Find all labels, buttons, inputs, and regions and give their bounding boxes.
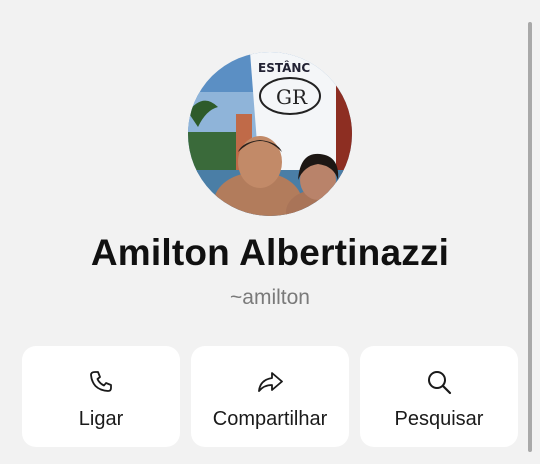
search-icon bbox=[428, 371, 452, 395]
phone-icon bbox=[90, 371, 112, 392]
search-button-label: Pesquisar bbox=[394, 408, 484, 430]
contact-name: Amilton Albertinazzi bbox=[90, 232, 450, 273]
share-button-label: Compartilhar bbox=[212, 408, 328, 430]
search-button[interactable]: Pesquisar bbox=[360, 346, 518, 447]
sign-logo: GR bbox=[276, 85, 308, 109]
profile-photo[interactable]: ESTÂNC GR bbox=[188, 52, 352, 216]
call-button-label: Ligar bbox=[78, 408, 124, 430]
call-button[interactable]: Ligar bbox=[22, 346, 180, 447]
share-button[interactable]: Compartilhar bbox=[191, 346, 349, 447]
share-arrow-icon bbox=[258, 372, 283, 392]
contact-username: ~amilton bbox=[230, 286, 310, 309]
action-row: Ligar Compartilhar Pesquisar bbox=[22, 346, 518, 447]
profile-photo-image: ESTÂNC GR bbox=[188, 52, 352, 216]
sign-text: ESTÂNC bbox=[258, 60, 310, 75]
